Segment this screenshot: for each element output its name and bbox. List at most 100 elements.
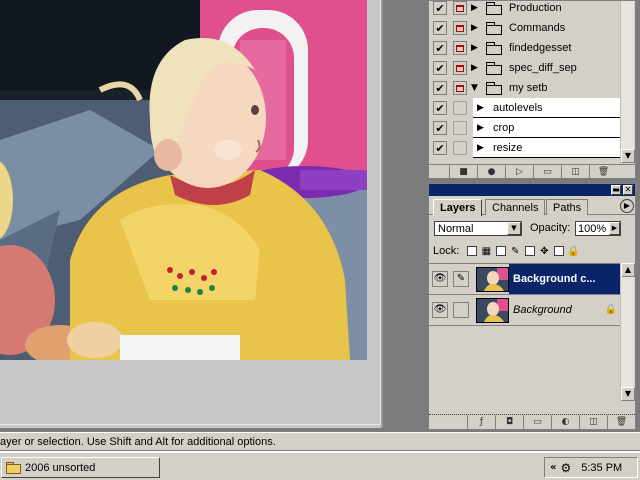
layer-thumbnail — [476, 267, 509, 292]
action-toggle-checkbox[interactable]: ✔ — [433, 81, 447, 95]
clock[interactable]: 5:35 PM — [581, 462, 622, 474]
layer-row[interactable]: 👁 ✎ Background c... — [429, 264, 621, 295]
play-icon[interactable]: ▷ — [505, 165, 533, 179]
status-text: ayer or selection. Use Shift and Alt for… — [0, 436, 276, 448]
layer-style-icon[interactable]: ƒ — [467, 415, 495, 429]
action-toggle-checkbox[interactable]: ✔ — [433, 61, 447, 75]
lock-pixels-checkbox[interactable] — [496, 246, 507, 256]
layers-toolbar: ƒ ◘ ▭ ◐ ◫ 🗑 — [429, 414, 635, 429]
trash-icon[interactable]: 🗑 — [589, 165, 617, 179]
taskbar-button[interactable]: 2006 unsorted — [1, 457, 160, 478]
expand-triangle-icon[interactable]: ▶ — [471, 43, 481, 53]
network-icon[interactable]: ⚙ — [560, 461, 571, 475]
action-toggle-checkbox[interactable]: ✔ — [433, 121, 447, 135]
action-item-crop[interactable]: ✔ ▶ crop — [429, 118, 622, 138]
folder-icon — [485, 42, 502, 55]
document-canvas[interactable] — [0, 0, 383, 428]
action-toggle-checkbox[interactable]: ✔ — [433, 21, 447, 35]
trash-icon[interactable]: 🗑 — [607, 415, 635, 429]
action-set-spec-diff-sep[interactable]: ✔ ▶ spec_diff_sep — [429, 58, 622, 78]
dialog-toggle-icon[interactable] — [453, 1, 467, 15]
move-icon: ✥ — [540, 245, 549, 257]
action-toggle-checkbox[interactable]: ✔ — [433, 141, 447, 155]
palette-menu-icon[interactable]: ▶ — [620, 199, 634, 213]
actions-toolbar: ■ ● ▷ ▭ ◫ 🗑 — [429, 164, 635, 179]
lock-transparency-checkbox[interactable] — [467, 246, 478, 256]
minimize-icon[interactable]: ▬ — [611, 185, 621, 195]
action-item-autolevels[interactable]: ✔ ▶ autolevels — [429, 98, 622, 118]
folder-icon — [485, 2, 502, 15]
dialog-toggle-icon[interactable] — [453, 61, 467, 75]
expand-triangle-icon[interactable]: ▶ — [471, 23, 481, 33]
palette-titlebar[interactable]: ▬ ✕ — [429, 184, 635, 196]
stop-icon[interactable]: ■ — [449, 165, 477, 179]
palette-tabs: Layers Channels Paths — [429, 197, 635, 216]
photo-image[interactable] — [0, 0, 367, 360]
action-set-production[interactable]: ✔ ▶ Production — [429, 0, 622, 18]
status-bar: ayer or selection. Use Shift and Alt for… — [0, 432, 640, 450]
chevron-down-icon[interactable]: ▼ — [507, 222, 521, 235]
new-set-icon[interactable]: ▭ — [533, 165, 561, 179]
folder-icon — [485, 62, 502, 75]
expand-triangle-icon[interactable]: ▶ — [477, 103, 487, 113]
tray-expand-icon[interactable]: « — [550, 462, 556, 473]
layer-name[interactable]: Background — [511, 295, 572, 325]
dialog-toggle-icon[interactable] — [453, 41, 467, 55]
expand-triangle-icon[interactable]: ▶ — [471, 63, 481, 73]
new-action-icon[interactable]: ◫ — [561, 165, 589, 179]
new-layer-icon[interactable]: ◫ — [579, 415, 607, 429]
new-group-icon[interactable]: ▭ — [523, 415, 551, 429]
opacity-field[interactable]: 100% ▶ — [575, 221, 621, 236]
action-set-label: Commands — [509, 22, 566, 34]
action-item-resize[interactable]: ✔ ▶ resize — [429, 138, 622, 158]
tab-layers[interactable]: Layers — [433, 199, 483, 216]
action-toggle-checkbox[interactable]: ✔ — [433, 101, 447, 115]
action-set-label: findedgesset — [509, 42, 572, 54]
action-item-area: ▶ autolevels — [473, 98, 622, 118]
layer-name[interactable]: Background c... — [511, 264, 596, 294]
layers-list: 👁 ✎ Background c... 👁 Background 🔒 — [429, 263, 621, 401]
layer-thumbnail — [476, 298, 509, 323]
action-item-label: autolevels — [493, 101, 543, 114]
scroll-up-icon[interactable]: ▲ — [621, 263, 635, 277]
eye-icon[interactable]: 👁 — [432, 271, 448, 287]
dialog-toggle-icon[interactable] — [453, 21, 467, 35]
dialog-toggle-icon[interactable] — [453, 81, 467, 95]
action-set-label: spec_diff_sep — [509, 62, 577, 74]
mask-icon[interactable]: ◘ — [495, 415, 523, 429]
layers-scrollbar[interactable]: ▲ ▼ — [620, 263, 635, 401]
action-set-findedgesset[interactable]: ✔ ▶ findedgesset — [429, 38, 622, 58]
lock-all-checkbox[interactable] — [554, 246, 565, 256]
transparency-icon: ▦ — [481, 245, 492, 257]
action-item-area: ▶ resize — [473, 138, 622, 158]
dialog-toggle-empty[interactable] — [453, 141, 467, 155]
actions-scrollbar[interactable]: ▼ — [620, 1, 635, 163]
eye-icon[interactable]: 👁 — [432, 302, 448, 318]
scroll-down-icon[interactable]: ▼ — [621, 149, 635, 163]
layer-link-box[interactable] — [453, 302, 469, 318]
folder-icon — [485, 82, 502, 95]
action-set-my-setb[interactable]: ✔ ▼ my setb — [429, 78, 622, 98]
folder-icon — [6, 462, 21, 474]
adjustment-icon[interactable]: ◐ — [551, 415, 579, 429]
tab-paths[interactable]: Paths — [546, 199, 589, 215]
blend-mode-select[interactable]: Normal ▼ — [434, 221, 522, 236]
scroll-down-icon[interactable]: ▼ — [621, 387, 635, 401]
action-set-label: my setb — [509, 82, 548, 94]
expand-triangle-icon[interactable]: ▶ — [471, 3, 481, 13]
close-icon[interactable]: ✕ — [623, 185, 633, 195]
layer-row[interactable]: 👁 Background 🔒 — [429, 295, 621, 326]
expand-triangle-icon[interactable]: ▶ — [477, 143, 487, 153]
tab-channels[interactable]: Channels — [485, 199, 546, 215]
brush-icon[interactable]: ✎ — [453, 271, 469, 287]
action-set-commands[interactable]: ✔ ▶ Commands — [429, 18, 622, 38]
action-toggle-checkbox[interactable]: ✔ — [433, 1, 447, 15]
action-toggle-checkbox[interactable]: ✔ — [433, 41, 447, 55]
lock-position-checkbox[interactable] — [525, 246, 536, 256]
record-icon[interactable]: ● — [477, 165, 505, 179]
dialog-toggle-empty[interactable] — [453, 121, 467, 135]
chevron-right-icon[interactable]: ▶ — [609, 222, 620, 235]
collapse-triangle-icon[interactable]: ▼ — [471, 83, 481, 93]
expand-triangle-icon[interactable]: ▶ — [477, 123, 487, 133]
dialog-toggle-empty[interactable] — [453, 101, 467, 115]
